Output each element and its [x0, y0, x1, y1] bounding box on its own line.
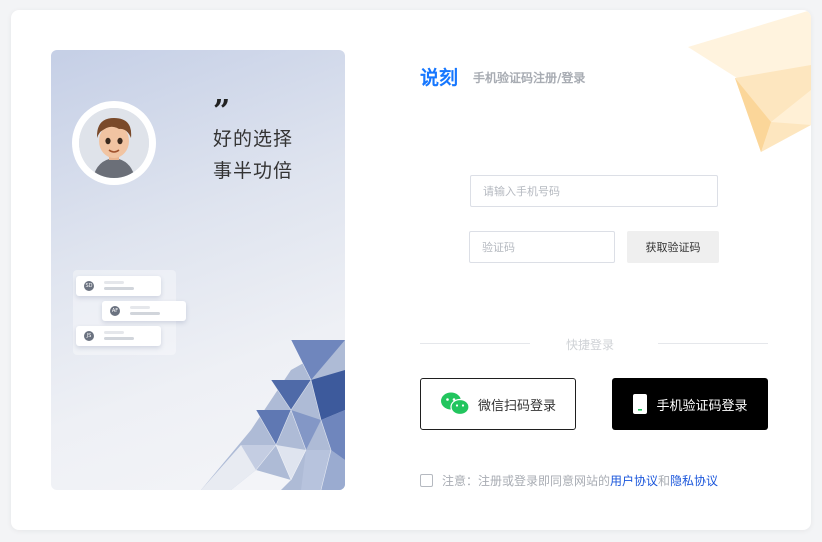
slogan: 好的选择 事半功倍: [213, 123, 293, 187]
privacy-agreement-link[interactable]: 隐私协议: [670, 472, 718, 489]
avatar-illustration: [79, 108, 149, 178]
illustration-panel: ” 好的选择 事半功倍 SD AF JS: [51, 50, 345, 490]
slogan-line-2: 事半功倍: [213, 160, 294, 182]
mini-card: SD: [76, 276, 161, 296]
divider-right: [658, 343, 768, 344]
avatar-ring: [72, 101, 156, 185]
page-subtitle: 手机验证码注册/登录: [473, 71, 586, 85]
agreement-and: 和: [658, 474, 671, 488]
mini-card-avatar: AF: [110, 306, 120, 316]
phone-login-button[interactable]: 手机验证码登录: [612, 378, 768, 430]
login-card: ” 好的选择 事半功倍 SD AF JS 说刻 手机验证码注册/登录 获取验证码: [11, 10, 811, 530]
quick-login-label: 快捷登录: [566, 338, 615, 352]
mini-card: JS: [76, 326, 161, 346]
get-code-button[interactable]: 获取验证码: [627, 231, 719, 263]
agreement: 注意：注册或登录即同意网站的 用户协议 和 隐私协议: [420, 472, 718, 489]
mini-card-avatar: JS: [84, 331, 94, 341]
phone-login-label: 手机验证码登录: [656, 398, 748, 414]
code-input[interactable]: [469, 231, 615, 263]
mini-card-avatar: SD: [84, 281, 94, 291]
agreement-text: 注意：注册或登录即同意网站的: [442, 474, 611, 488]
phone-input[interactable]: [470, 175, 718, 207]
paper-plane-icon: [688, 10, 811, 152]
avatar: [79, 108, 149, 178]
mini-card: AF: [102, 301, 186, 321]
wechat-login-label: 微信扫码登录: [477, 398, 556, 414]
phone-icon: [633, 394, 648, 414]
brand-logo: 说刻: [420, 67, 459, 89]
slogan-line-1: 好的选择: [213, 128, 294, 150]
user-agreement-link[interactable]: 用户协议: [610, 472, 658, 489]
agreement-checkbox[interactable]: [420, 474, 433, 487]
wechat-icon: [440, 392, 470, 416]
divider-left: [420, 343, 530, 344]
wechat-login-button[interactable]: 微信扫码登录: [420, 378, 576, 430]
